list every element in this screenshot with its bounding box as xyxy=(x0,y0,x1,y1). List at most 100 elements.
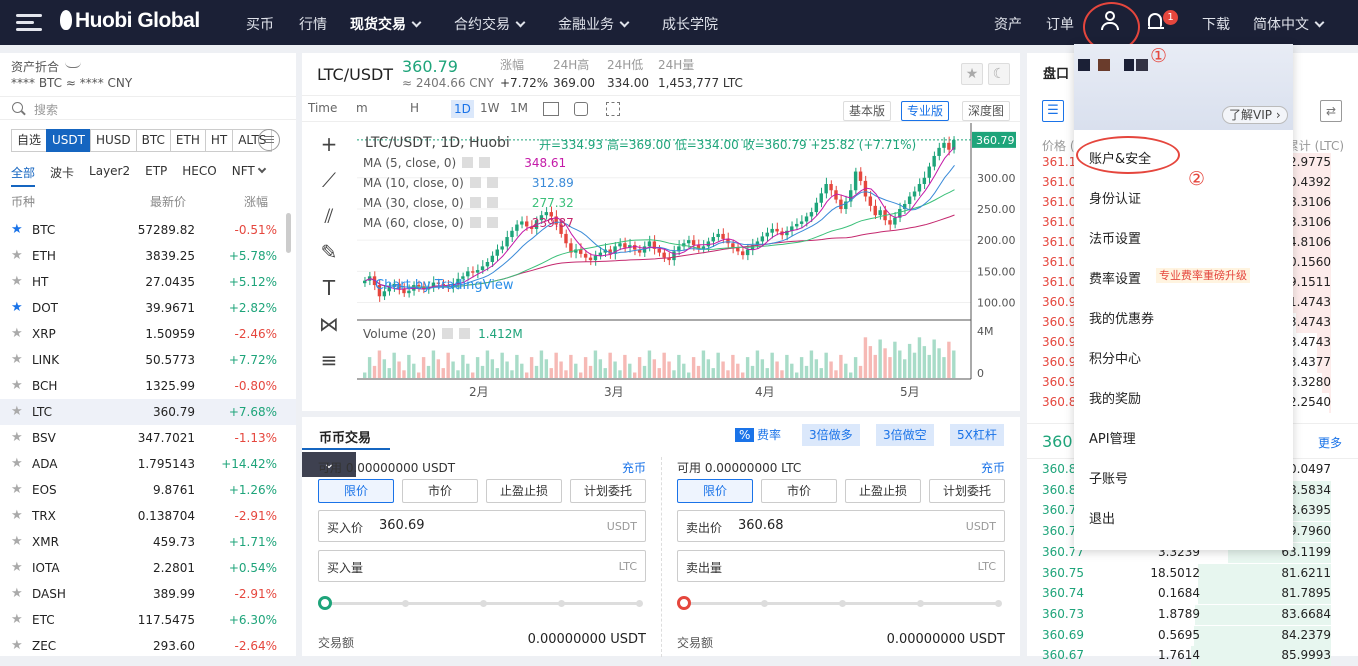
quote-tab-favorites[interactable]: 自选 xyxy=(11,129,48,152)
menu-icon[interactable] xyxy=(16,14,42,31)
menu-rewards[interactable]: 我的奖励 xyxy=(1089,388,1141,407)
favorite-star-icon[interactable]: ★ xyxy=(11,405,24,418)
bid-row[interactable]: 360.67 1.7614 85.9993 xyxy=(1027,646,1358,666)
buy-slider-knob[interactable] xyxy=(318,596,332,610)
search-input[interactable]: 搜索 xyxy=(34,101,58,118)
interval-minutes[interactable]: m xyxy=(356,101,368,115)
bid-row[interactable]: 360.69 0.5695 84.2379 xyxy=(1027,625,1358,646)
buy-market-tab[interactable]: 市价 xyxy=(402,479,478,503)
coin-row[interactable]: ★ EOS 9.8761 +1.26% xyxy=(0,477,296,503)
pro-view-button[interactable]: 专业版 xyxy=(901,101,950,121)
menu-sub-accounts[interactable]: 子账号 xyxy=(1089,468,1128,487)
bid-row[interactable]: 360.73 1.8789 83.6684 xyxy=(1027,604,1358,625)
favorite-star-icon[interactable]: ★ xyxy=(11,275,24,288)
depth-merge-icon[interactable]: ⇄ xyxy=(1320,100,1342,122)
scrollbar[interactable] xyxy=(286,213,291,253)
buy-limit-tab[interactable]: 限价 xyxy=(318,479,394,503)
5x-leverage-button[interactable]: 5X杠杆 xyxy=(950,424,1004,446)
favorite-star-icon[interactable]: ★ xyxy=(11,431,24,444)
sell-trigger-tab[interactable]: 计划委托 xyxy=(929,479,1005,503)
favorite-star-icon[interactable]: ★ xyxy=(11,353,24,366)
quote-tab-btc[interactable]: BTC xyxy=(135,129,171,152)
tab-orderbook[interactable]: 盘口 xyxy=(1043,63,1069,82)
bid-row[interactable]: 360.75 18.5012 81.6211 xyxy=(1027,563,1358,584)
coin-row[interactable]: ★ TRX 0.138704 -2.91% xyxy=(0,503,296,529)
3x-long-button[interactable]: 3倍做多 xyxy=(802,424,860,446)
buy-stop-limit-tab[interactable]: 止盈止损 xyxy=(486,479,562,503)
eye-closed-icon[interactable] xyxy=(65,62,82,68)
favorite-star-icon[interactable]: ★ xyxy=(11,535,24,548)
orderbook-mode-icon[interactable]: ☰ xyxy=(1042,100,1064,122)
interval-1w[interactable]: 1W xyxy=(480,101,500,115)
text-tool-icon[interactable]: T xyxy=(315,275,343,301)
category-tab-all[interactable]: 全部 xyxy=(11,164,36,187)
nav-spot-trading[interactable]: 现货交易 xyxy=(350,14,422,34)
tradingview-logo[interactable]: Chart by TradingView xyxy=(375,278,513,293)
brush-icon[interactable]: ✎ xyxy=(315,239,343,265)
coin-row[interactable]: ★ ETC 117.5475 +6.30% xyxy=(0,607,296,633)
header-price[interactable]: 最新价 xyxy=(150,193,186,210)
indicator-icon[interactable] xyxy=(543,102,559,116)
fee-rate-link[interactable]: 费率 xyxy=(754,424,784,446)
favorite-star-icon[interactable]: ★ xyxy=(11,223,24,236)
sell-market-tab[interactable]: 市价 xyxy=(761,479,837,503)
menu-logout[interactable]: 退出 xyxy=(1089,508,1115,527)
list-menu-icon[interactable] xyxy=(258,129,280,151)
favorite-star-icon[interactable]: ★ xyxy=(11,561,24,574)
settings-hexagon-icon[interactable] xyxy=(574,102,588,116)
sell-deposit-link[interactable]: 充币 xyxy=(981,459,1005,476)
favorite-star-icon[interactable]: ★ xyxy=(11,379,24,392)
dark-mode-moon-icon[interactable]: ☾ xyxy=(988,63,1010,85)
quote-tab-usdt[interactable]: USDT xyxy=(46,129,91,152)
vip-link[interactable]: 了解VIP › xyxy=(1222,106,1288,124)
favorite-star-icon[interactable]: ★ xyxy=(11,327,24,340)
coin-row[interactable]: ★ XRP 1.50959 -2.46% xyxy=(0,321,296,347)
search-bar[interactable]: 搜索 xyxy=(0,96,296,120)
nav-buy-crypto[interactable]: 买币 xyxy=(246,14,274,34)
basic-view-button[interactable]: 基本版 xyxy=(843,101,892,121)
buy-price-field[interactable]: 买入价 360.69 USDT xyxy=(318,510,646,542)
interval-time[interactable]: Time xyxy=(308,101,337,115)
nav-assets[interactable]: 资产 xyxy=(994,14,1022,34)
favorite-star-icon[interactable]: ★ xyxy=(11,509,24,522)
favorite-star-icon[interactable]: ★ xyxy=(11,639,24,652)
favorite-star-icon[interactable]: ★ xyxy=(11,249,24,262)
header-change[interactable]: 涨幅 xyxy=(244,193,268,210)
favorite-star-icon[interactable]: ★ xyxy=(961,63,983,85)
buy-deposit-link[interactable]: 充币 xyxy=(622,459,646,476)
sell-stop-limit-tab[interactable]: 止盈止损 xyxy=(845,479,921,503)
screenshot-icon[interactable] xyxy=(606,102,620,116)
menu-fiat-settings[interactable]: 法币设置 xyxy=(1089,228,1141,247)
nav-download[interactable]: 下载 xyxy=(1202,14,1230,34)
depth-chart-button[interactable]: 深度图 xyxy=(962,101,1011,121)
coin-row[interactable]: ★ ADA 1.795143 +14.42% xyxy=(0,451,296,477)
menu-points-center[interactable]: 积分中心 xyxy=(1089,348,1141,367)
coin-row[interactable]: ★ ETH 3839.25 +5.78% xyxy=(0,243,296,269)
ruler-icon[interactable]: ≡ xyxy=(315,347,343,373)
brand-logo[interactable]: Huobi Global xyxy=(60,9,200,33)
trend-line-icon[interactable]: ⟋ xyxy=(315,167,343,193)
tab-spot-trade[interactable]: 币币交易 xyxy=(302,417,390,450)
coin-row[interactable]: ★ DOT 39.9671 +2.82% xyxy=(0,295,296,321)
header-coin[interactable]: 币种 xyxy=(11,193,35,210)
language-select[interactable]: 简体中文 xyxy=(1253,14,1325,34)
nav-contracts[interactable]: 合约交易 xyxy=(454,14,526,34)
coin-row[interactable]: ★ LTC 360.79 +7.68% xyxy=(0,399,296,425)
nav-markets[interactable]: 行情 xyxy=(299,14,327,34)
menu-fee-settings[interactable]: 费率设置 xyxy=(1089,268,1141,287)
favorite-star-icon[interactable]: ★ xyxy=(11,587,24,600)
sell-amount-field[interactable]: 卖出量 LTC xyxy=(677,550,1005,582)
category-tab-heco[interactable]: HECO xyxy=(182,164,216,187)
coin-row[interactable]: ★ ZEC 293.60 -2.64% xyxy=(0,633,296,659)
favorite-star-icon[interactable]: ★ xyxy=(11,301,24,314)
buy-trigger-tab[interactable]: 计划委托 xyxy=(570,479,646,503)
category-tab-nft[interactable]: NFT xyxy=(232,164,266,187)
interval-hours[interactable]: H xyxy=(410,101,419,115)
coin-row[interactable]: ★ HT 27.0435 +5.12% xyxy=(0,269,296,295)
interval-1d[interactable]: 1D xyxy=(451,100,474,118)
quote-tab-husd[interactable]: HUSD xyxy=(90,129,137,152)
coin-row[interactable]: ★ DASH 389.99 -2.91% xyxy=(0,581,296,607)
category-tab-polkadot[interactable]: 波卡 xyxy=(50,164,74,187)
favorite-star-icon[interactable]: ★ xyxy=(11,457,24,470)
menu-identity-verification[interactable]: 身份认证 xyxy=(1089,188,1141,207)
